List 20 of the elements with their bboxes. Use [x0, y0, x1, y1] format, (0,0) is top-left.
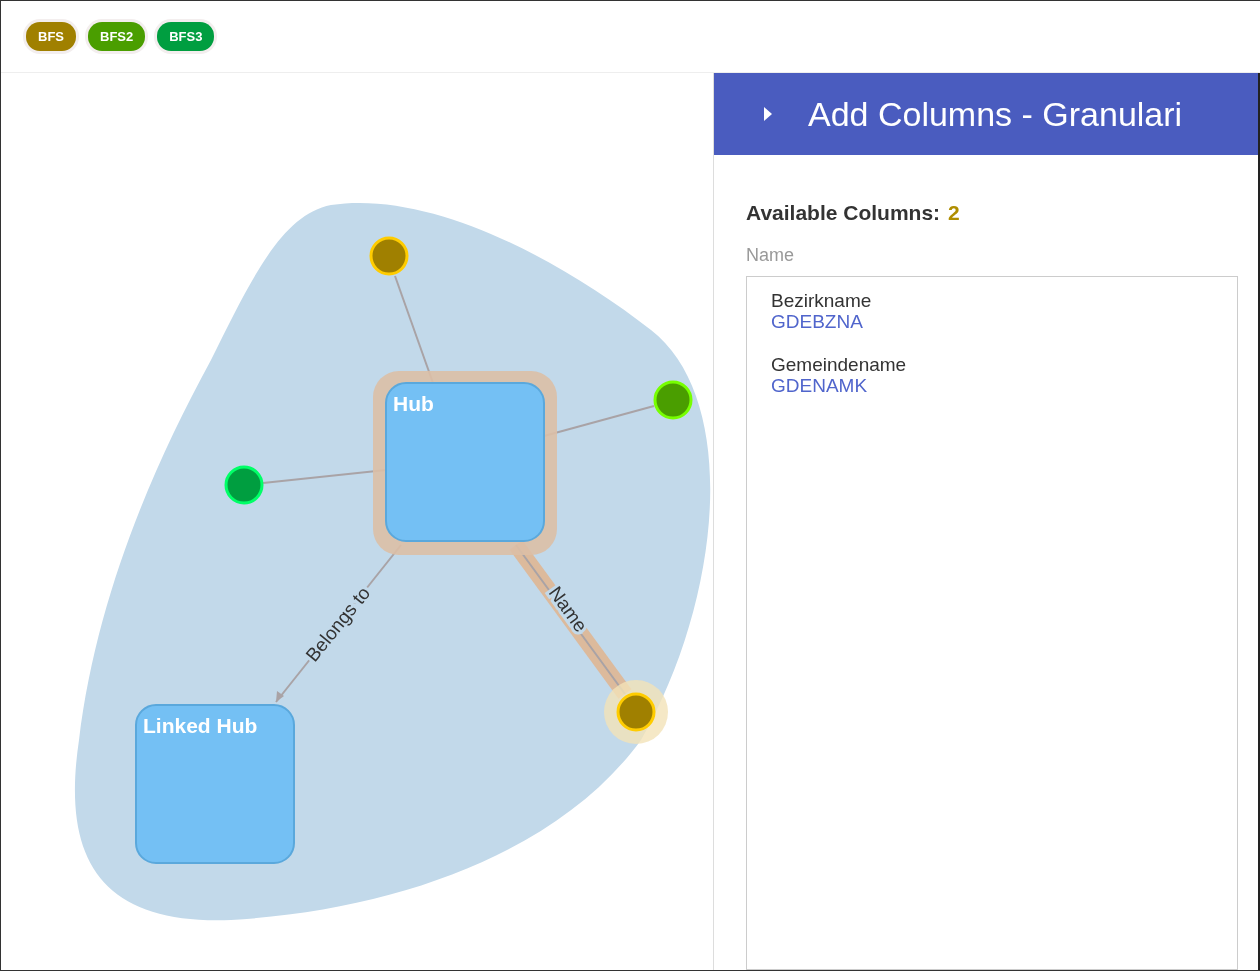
tag[interactable]: BFS2: [88, 22, 146, 51]
hub-node[interactable]: [135, 704, 295, 864]
tag[interactable]: BFS: [26, 22, 76, 51]
column-name[interactable]: Bezirkname: [771, 291, 872, 312]
node-label: Hub: [393, 392, 434, 415]
column-count: 2: [948, 201, 960, 225]
column-code[interactable]: GDEBZNA: [771, 311, 863, 333]
tag[interactable]: BFS3: [157, 22, 215, 51]
list-label: Name: [746, 245, 794, 266]
attribute-node[interactable]: [369, 236, 409, 276]
attribute-node[interactable]: [653, 380, 693, 420]
attribute-node[interactable]: [616, 692, 656, 732]
column-code[interactable]: GDENAMK: [771, 375, 868, 397]
panel-title: Add Columns - Granulari: [808, 94, 1183, 134]
section-heading: Available Columns:: [746, 201, 941, 225]
hub-node[interactable]: [385, 382, 545, 542]
attribute-node[interactable]: [224, 465, 264, 505]
node-label: Linked Hub: [143, 714, 258, 737]
caret-icon[interactable]: [764, 107, 772, 121]
column-name[interactable]: Gemeindename: [771, 354, 907, 376]
